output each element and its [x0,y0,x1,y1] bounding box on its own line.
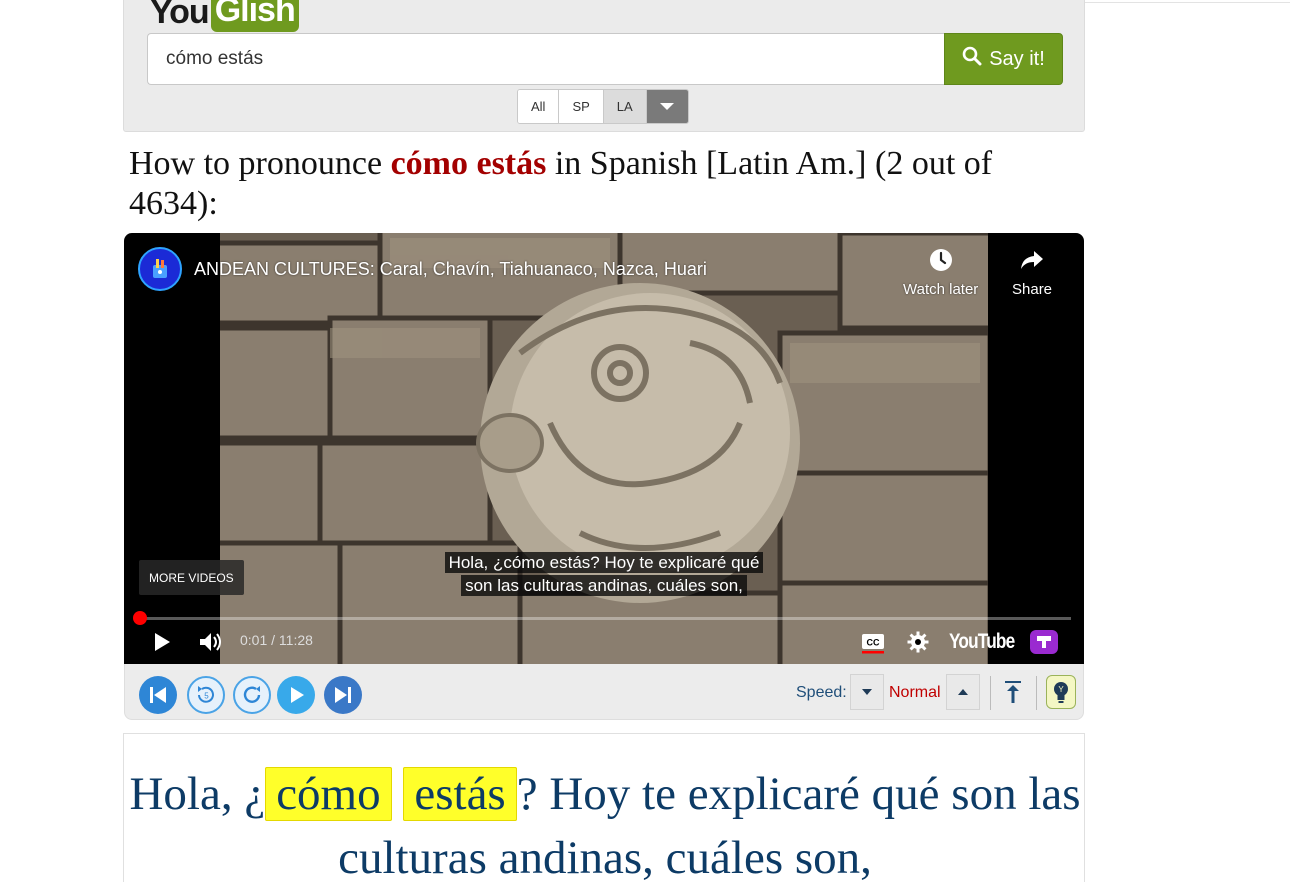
speed-value: Normal [889,684,941,701]
svg-text:CC: CC [867,638,880,648]
cc-icon: CC [862,634,884,654]
extension-icon[interactable] [1030,630,1058,654]
video-player[interactable]: ANDEAN CULTURES: Caral, Chavín, Tiahuana… [124,233,1084,664]
share-icon [1019,247,1045,277]
highlighted-word: estás [403,767,517,821]
speed-down-button[interactable] [850,674,884,710]
youglish-logo[interactable]: You Glish [150,0,299,32]
page-title: How to pronounce cómo estás in Spanish [… [129,144,1079,224]
progress-scrubber[interactable] [133,611,147,625]
accent-selector: All SP LA [517,89,689,124]
watch-later-label: Watch later [903,281,979,298]
skip-previous-icon [150,687,166,703]
logo-you-text: You [150,0,210,31]
skip-next-icon [335,687,351,703]
transcript-before: Hola, ¿ [129,768,266,820]
accent-all-button[interactable]: All [518,90,560,123]
subtitles-button[interactable]: CC [860,631,886,655]
time-display: 0:01 / 11:28 [240,632,313,648]
svg-text:5: 5 [204,692,209,701]
first-clip-button[interactable] [139,676,177,714]
toolbar-divider [1036,676,1037,710]
gear-icon [907,631,929,653]
volume-icon [200,633,221,651]
logo-glish-text: Glish [210,0,299,32]
playback-toolbar: 5 Speed: Normal Y [124,664,1084,720]
next-clip-button[interactable] [324,676,362,714]
watch-later-button[interactable]: Watch later [903,247,978,298]
volume-button[interactable] [198,630,224,654]
caret-down-icon [862,689,872,695]
say-it-label: Say it! [989,47,1045,70]
svg-text:Y: Y [1058,685,1064,694]
arrow-to-top-icon [1005,681,1021,703]
scroll-to-top-button[interactable] [1001,676,1025,708]
lightbulb-icon: Y [1054,682,1068,703]
title-query: cómo estás [390,145,547,182]
search-input[interactable]: cómo estás [147,33,945,85]
title-prefix: How to pronounce [129,145,391,182]
speed-up-button[interactable] [946,674,980,710]
transcript-panel: Hola, ¿ cómo estás? Hoy te explicaré qué … [123,733,1085,882]
caption-line-1: Hola, ¿cómo estás? Hoy te explicaré qué [444,552,764,573]
play-clip-button[interactable] [277,676,315,714]
caret-up-icon [958,689,968,695]
top-divider [1084,2,1290,3]
chevron-down-icon [660,103,675,110]
share-label: Share [1012,281,1053,298]
replay-icon [243,686,261,703]
accent-sp-button[interactable]: SP [559,90,604,123]
play-button[interactable] [150,630,174,654]
video-title[interactable]: ANDEAN CULTURES: Caral, Chavín, Tiahuana… [194,259,707,280]
progress-bar[interactable] [140,617,1071,620]
replay-5-icon: 5 [198,686,214,703]
transcript-text: Hola, ¿ cómo estás? Hoy te explicaré qué … [124,762,1086,882]
play-icon [155,633,170,651]
video-caption-overlay: Hola, ¿cómo estás? Hoy te explicaré qué … [424,551,784,597]
caption-line-2: son las culturas andinas, cuáles son, [461,575,747,596]
youtube-logo[interactable]: YouTube [949,630,1015,654]
highlighted-word: cómo [265,767,392,821]
accent-dropdown-button[interactable] [646,90,688,123]
settings-button[interactable] [906,630,930,654]
clock-icon [928,247,954,277]
search-icon [962,46,982,72]
channel-avatar[interactable] [138,247,182,291]
share-button[interactable]: Share [1012,247,1052,298]
play-icon [291,687,304,703]
toolbar-divider [990,676,991,710]
say-it-button[interactable]: Say it! [944,33,1063,85]
more-videos-button[interactable]: MORE VIDEOS [139,560,244,595]
speed-label: Speed: [796,684,847,701]
replay-button[interactable] [233,676,271,714]
tips-button[interactable]: Y [1046,675,1076,709]
accent-la-button[interactable]: LA [603,90,647,123]
video-frame-image [220,233,988,664]
back-5-seconds-button[interactable]: 5 [187,676,225,714]
